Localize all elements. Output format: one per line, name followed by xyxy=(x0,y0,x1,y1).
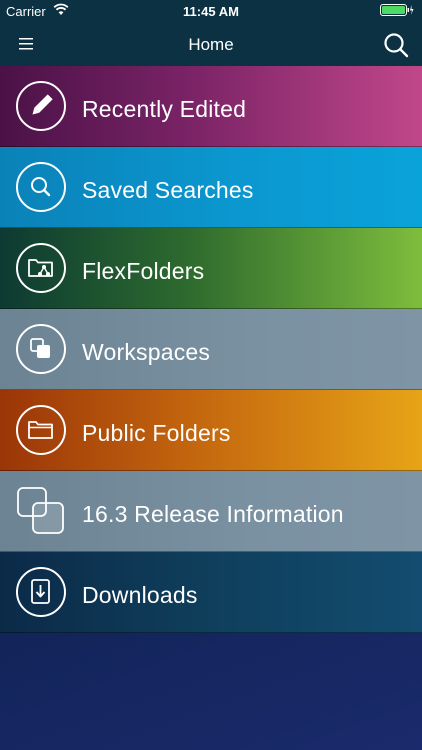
menu-item-label: Saved Searches xyxy=(82,177,254,203)
menu-item-label: Recently Edited xyxy=(82,96,247,122)
menu-item-label: Workspaces xyxy=(82,339,211,365)
release-info-icon xyxy=(17,487,64,534)
menu-item-saved-searches[interactable]: Saved Searches xyxy=(0,147,422,228)
menu-item-flexfolders[interactable]: FlexFolders xyxy=(0,228,422,309)
status-bar: Carrier 11:45 AM xyxy=(0,0,422,22)
workspaces-icon xyxy=(16,324,66,374)
menu-item-label: Public Folders xyxy=(82,420,231,446)
download-icon xyxy=(16,567,66,617)
menu-item-label: FlexFolders xyxy=(82,258,205,284)
page-title: Home xyxy=(188,35,234,54)
battery-icon xyxy=(380,4,414,16)
menu-item-release-information[interactable]: 16.3 Release Information xyxy=(0,471,422,552)
folder-icon xyxy=(16,405,66,455)
clock: 11:45 AM xyxy=(183,4,239,19)
menu-item-downloads[interactable]: Downloads xyxy=(0,552,422,633)
navigation-bar: Home xyxy=(0,22,422,66)
flexfolder-icon xyxy=(16,243,66,293)
menu-item-label: 16.3 Release Information xyxy=(82,501,344,527)
menu-item-label: Downloads xyxy=(82,582,198,608)
search-icon xyxy=(16,162,66,212)
search-icon[interactable] xyxy=(382,31,410,59)
menu-item-public-folders[interactable]: Public Folders xyxy=(0,390,422,471)
menu-item-workspaces[interactable]: Workspaces xyxy=(0,309,422,390)
home-menu: Recently Edited Saved Searches FlexFolde… xyxy=(0,66,422,633)
pencil-icon xyxy=(16,81,66,131)
menu-item-recently-edited[interactable]: Recently Edited xyxy=(0,66,422,147)
